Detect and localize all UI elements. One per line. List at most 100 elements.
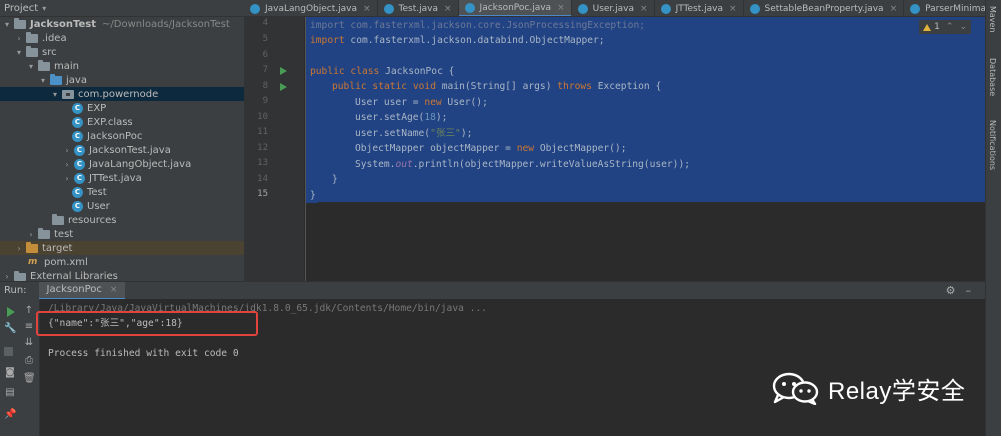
- tree-item-src[interactable]: ▾ src: [0, 45, 244, 59]
- close-icon[interactable]: ×: [890, 4, 898, 14]
- code-editor[interactable]: 4 5 6 7 8 9 10 11 12 13 14 15 import com…: [244, 17, 985, 281]
- minimize-icon[interactable]: –: [966, 284, 972, 297]
- tab-label: SettableBeanProperty.java: [764, 3, 884, 14]
- code-text: System.: [355, 159, 396, 170]
- tab-user[interactable]: User.java ×: [572, 0, 655, 16]
- wrench-icon[interactable]: 🔧: [4, 323, 16, 335]
- tool-tab-maven[interactable]: Maven: [988, 6, 997, 33]
- chevron-right-icon[interactable]: ›: [2, 272, 12, 281]
- tree-item-pom[interactable]: m pom.xml: [0, 255, 244, 269]
- run-main-icon[interactable]: [280, 83, 287, 91]
- tree-item-external-libraries[interactable]: › External Libraries: [0, 269, 244, 281]
- chevron-down-icon[interactable]: ▾: [42, 4, 46, 13]
- package-icon: [62, 90, 74, 99]
- tree-item-test[interactable]: › test: [0, 227, 244, 241]
- trash-icon[interactable]: 🗑: [23, 373, 36, 385]
- chevron-down-icon[interactable]: ▾: [38, 76, 48, 85]
- project-panel-header[interactable]: Project ▾: [0, 0, 244, 17]
- source-folder-icon: [50, 74, 62, 85]
- close-icon[interactable]: ×: [444, 4, 452, 14]
- tree-item-jacksontest-java[interactable]: › C JacksonTest.java: [0, 143, 244, 157]
- tree-item-label: JTTest.java: [89, 172, 142, 184]
- tree-item-exp-class[interactable]: C EXP.class: [0, 115, 244, 129]
- pin-icon[interactable]: 📌: [4, 409, 16, 421]
- rerun-icon[interactable]: [5, 307, 17, 319]
- chevron-up-icon[interactable]: ⌃: [946, 22, 954, 32]
- tool-tab-notifications[interactable]: Notifications: [988, 120, 997, 170]
- tree-item-target[interactable]: › target: [0, 241, 244, 255]
- java-file-icon: [660, 3, 671, 14]
- inspection-widget[interactable]: 1 ⌃ ⌄: [919, 20, 971, 34]
- tree-item-label: .idea: [42, 32, 67, 44]
- java-file-icon: C: [74, 158, 85, 170]
- code-number: 18: [424, 112, 436, 123]
- editor-gutter[interactable]: 4 5 6 7 8 9 10 11 12 13 14 15: [244, 17, 304, 281]
- tree-item-label: JacksonTest: [30, 18, 96, 30]
- maven-icon: m: [28, 256, 38, 267]
- run-tab-jacksonpoc[interactable]: JacksonPoc ×: [38, 281, 126, 300]
- tree-item-jttest-java[interactable]: › C JTTest.java: [0, 171, 244, 185]
- tree-item-main[interactable]: ▾ main: [0, 59, 244, 73]
- tree-item-exp[interactable]: C EXP: [0, 101, 244, 115]
- tree-item-jacksontest[interactable]: ▾ JacksonTest ~/Downloads/JacksonTest: [0, 17, 244, 31]
- stop-icon[interactable]: [4, 347, 13, 356]
- chevron-down-icon[interactable]: ▾: [50, 90, 60, 99]
- chevron-right-icon[interactable]: ›: [62, 174, 72, 183]
- close-icon[interactable]: ×: [363, 4, 371, 14]
- gear-icon[interactable]: ⚙: [946, 284, 956, 297]
- tree-item-jacksonpoc[interactable]: C JacksonPoc: [0, 129, 244, 143]
- close-icon[interactable]: ×: [110, 285, 118, 295]
- code-text: com.fasterxml.jackson.databind.ObjectMap…: [344, 35, 605, 46]
- tab-javalangobject[interactable]: JavaLangObject.java ×: [244, 0, 378, 16]
- tree-item-java[interactable]: ▾ java: [0, 73, 244, 87]
- line-number: 6: [262, 50, 268, 60]
- line-number: 4: [262, 18, 268, 28]
- chevron-right-icon[interactable]: ›: [62, 146, 72, 155]
- chevron-right-icon[interactable]: ›: [26, 230, 36, 239]
- chevron-down-icon[interactable]: ▾: [14, 48, 24, 57]
- chevron-right-icon[interactable]: ›: [14, 244, 24, 253]
- up-arrow-icon[interactable]: ↑: [23, 305, 35, 317]
- close-icon[interactable]: ×: [640, 4, 648, 14]
- tree-item-idea[interactable]: › .idea: [0, 31, 244, 45]
- wechat-logo-icon: [772, 372, 819, 405]
- line-number: 5: [262, 34, 268, 44]
- project-panel: Project ▾ ▾ JacksonTest ~/Downloads/Jack…: [0, 0, 244, 281]
- code-text: JacksonPoc {: [379, 66, 455, 77]
- tree-item-label: target: [42, 242, 73, 254]
- project-panel-title[interactable]: Project: [4, 3, 38, 14]
- close-icon[interactable]: ×: [557, 3, 565, 13]
- tree-item-test-class[interactable]: C Test: [0, 185, 244, 199]
- tree-item-user[interactable]: C User: [0, 199, 244, 213]
- tool-tab-database[interactable]: Database: [988, 58, 997, 96]
- chevron-right-icon[interactable]: ›: [62, 160, 72, 169]
- tree-item-label: java: [66, 74, 87, 86]
- camera-icon[interactable]: ◙: [4, 367, 16, 379]
- code-text: Exception {: [591, 81, 662, 92]
- chevron-down-icon[interactable]: ▾: [2, 20, 12, 29]
- print-icon[interactable]: ⎙: [23, 355, 35, 367]
- scroll-to-end-icon[interactable]: ⇊: [23, 337, 35, 349]
- tab-jacksonpoc[interactable]: JacksonPoc.java ×: [458, 0, 572, 16]
- run-class-icon[interactable]: [280, 67, 287, 75]
- code-text: User user =: [355, 97, 425, 108]
- tab-parserminimalbase[interactable]: ParserMinimalBase.java ×: [904, 0, 985, 16]
- tree-item-com-powernode[interactable]: ▾ com.powernode: [0, 87, 244, 101]
- chevron-down-icon[interactable]: ⌄: [959, 22, 967, 32]
- chevron-down-icon[interactable]: ▾: [26, 62, 36, 71]
- layout-icon[interactable]: ▤: [4, 387, 16, 399]
- tree-item-javalangobject-java[interactable]: › C JavaLangObject.java: [0, 157, 244, 171]
- tab-test[interactable]: Test.java ×: [378, 0, 459, 16]
- chevron-right-icon[interactable]: ›: [14, 34, 24, 43]
- soft-wrap-icon[interactable]: ≡: [23, 321, 35, 333]
- line-number: 8: [262, 81, 268, 91]
- close-icon[interactable]: ×: [729, 4, 737, 14]
- tab-jttest[interactable]: JTTest.java ×: [655, 0, 744, 16]
- tree-item-resources[interactable]: resources: [0, 213, 244, 227]
- tab-settablebeanproperty[interactable]: SettableBeanProperty.java ×: [744, 0, 905, 16]
- line-number: 9: [262, 96, 268, 106]
- tab-label: JacksonPoc.java: [479, 2, 552, 13]
- line-number: 14: [257, 174, 268, 184]
- code-line-13: System.out.println(objectMapper.writeVal…: [355, 157, 690, 172]
- tree-item-label: resources: [68, 214, 117, 226]
